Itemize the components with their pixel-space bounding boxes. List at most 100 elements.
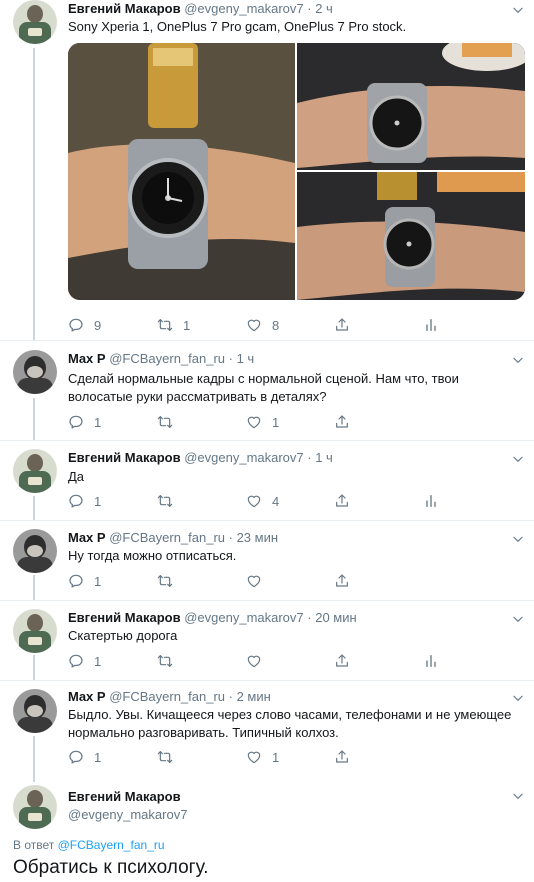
tweet[interactable]: Max P @FCBayern_fan_ru · 1 ч Сделай норм…	[0, 341, 534, 441]
analytics-button[interactable]	[423, 316, 439, 334]
like-count: 8	[272, 317, 280, 333]
avatar[interactable]	[13, 449, 57, 493]
avatar[interactable]	[13, 350, 57, 394]
dot-separator: ·	[225, 351, 237, 366]
avatar[interactable]	[13, 689, 57, 733]
tweet-actions: 1 4	[68, 492, 468, 510]
retweet-button[interactable]: 1	[157, 316, 190, 334]
timestamp[interactable]: 1 ч	[315, 450, 333, 465]
chevron-down-icon[interactable]	[511, 612, 525, 626]
author-handle[interactable]: @FCBayern_fan_ru	[109, 530, 225, 545]
author-handle[interactable]: @evgeny_makarov7	[184, 610, 303, 625]
reply-count: 1	[94, 493, 102, 509]
tweet[interactable]: Евгений Макаров @evgeny_makarov7 · 1 ч Д…	[0, 441, 534, 521]
author-name[interactable]: Max P	[68, 530, 106, 545]
analytics-icon	[423, 493, 439, 509]
retweet-icon	[157, 317, 173, 333]
dot-separator: ·	[225, 530, 237, 545]
author-name[interactable]: Евгений Макаров	[68, 610, 181, 625]
retweet-button[interactable]	[157, 413, 183, 431]
timestamp[interactable]: 1 ч	[237, 351, 255, 366]
share-button[interactable]	[334, 316, 350, 334]
media-grid[interactable]	[68, 43, 525, 300]
reply-icon	[68, 749, 84, 765]
avatar[interactable]	[13, 609, 57, 653]
reply-button[interactable]: 1	[68, 413, 101, 431]
timestamp[interactable]: 2 мин	[237, 689, 271, 704]
photo-oneplus-stock[interactable]	[297, 172, 525, 300]
dot-separator: ·	[303, 1, 316, 16]
share-button[interactable]	[334, 748, 350, 766]
like-button[interactable]	[246, 572, 272, 590]
share-button[interactable]	[334, 413, 350, 431]
like-button[interactable]: 4	[246, 492, 279, 510]
chevron-down-icon[interactable]	[511, 789, 525, 803]
avatar[interactable]	[13, 0, 57, 44]
chevron-down-icon[interactable]	[511, 532, 525, 546]
retweet-icon	[157, 653, 173, 669]
reply-button[interactable]: 9	[68, 316, 101, 334]
dot-separator: ·	[225, 689, 237, 704]
avatar[interactable]	[13, 785, 57, 829]
chevron-down-icon[interactable]	[511, 353, 525, 367]
reply-icon	[68, 573, 84, 589]
like-button[interactable]: 8	[246, 316, 279, 334]
replying-to-link[interactable]: @FCBayern_fan_ru	[58, 838, 165, 852]
author-name[interactable]: Евгений Макаров	[68, 789, 181, 805]
retweet-button[interactable]	[157, 572, 183, 590]
author-handle[interactable]: @evgeny_makarov7	[184, 1, 303, 16]
chevron-down-icon[interactable]	[511, 3, 525, 17]
tweet[interactable]: Max P @FCBayern_fan_ru · 23 мин Ну тогда…	[0, 521, 534, 601]
analytics-button[interactable]	[423, 652, 439, 670]
author-name[interactable]: Max P	[68, 689, 106, 704]
author-handle[interactable]: @evgeny_makarov7	[184, 450, 303, 465]
author-handle[interactable]: @evgeny_makarov7	[68, 807, 187, 823]
reply-button[interactable]: 1	[68, 572, 101, 590]
like-button[interactable]: 1	[246, 413, 279, 431]
retweet-button[interactable]	[157, 652, 183, 670]
author-name[interactable]: Евгений Макаров	[68, 1, 181, 16]
tweet[interactable]: Евгений Макаров @evgeny_makarov7 · 20 ми…	[0, 601, 534, 681]
retweet-button[interactable]	[157, 492, 183, 510]
chevron-down-icon[interactable]	[511, 452, 525, 466]
tweet-text: Скатертью дорога	[68, 628, 178, 643]
reply-button[interactable]: 1	[68, 748, 101, 766]
tweet-actions: 9 1 8	[68, 316, 468, 334]
like-count: 1	[272, 749, 280, 765]
tweet-text: Сделай нормальные кадры с нормальной сце…	[68, 371, 459, 404]
tweet[interactable]: Евгений Макаров @evgeny_makarov7 · 2 ч S…	[0, 0, 534, 340]
reply-icon	[68, 414, 84, 430]
share-button[interactable]	[334, 572, 350, 590]
like-icon	[246, 573, 262, 589]
reply-button[interactable]: 1	[68, 492, 101, 510]
tweet[interactable]: Max P @FCBayern_fan_ru · 2 мин Быдло. Ув…	[0, 681, 534, 781]
like-button[interactable]	[246, 652, 272, 670]
author-handle[interactable]: @FCBayern_fan_ru	[109, 351, 225, 366]
share-icon	[334, 493, 350, 509]
reply-count: 1	[94, 749, 102, 765]
share-button[interactable]	[334, 652, 350, 670]
tweet-header: Евгений Макаров @evgeny_makarov7 · 2 ч	[68, 1, 333, 17]
photo-oneplus-gcam[interactable]	[297, 43, 525, 170]
avatar[interactable]	[13, 529, 57, 573]
author-name[interactable]: Евгений Макаров	[68, 450, 181, 465]
analytics-button[interactable]	[423, 492, 439, 510]
timestamp[interactable]: 2 ч	[315, 1, 333, 16]
tweet-actions: 1	[68, 652, 468, 670]
reply-button[interactable]: 1	[68, 652, 101, 670]
timestamp[interactable]: 20 мин	[315, 610, 356, 625]
timestamp[interactable]: 23 мин	[237, 530, 278, 545]
share-button[interactable]	[334, 492, 350, 510]
author-handle[interactable]: @FCBayern_fan_ru	[109, 689, 225, 704]
like-button[interactable]: 1	[246, 748, 279, 766]
focused-tweet-text: Обратись к психологу.	[13, 857, 209, 878]
retweet-button[interactable]	[157, 748, 183, 766]
retweet-icon	[157, 414, 173, 430]
reply-icon	[68, 653, 84, 669]
tweet-actions: 1 1	[68, 413, 468, 431]
tweet-text: Ну тогда можно отписаться.	[68, 548, 237, 563]
photo-sony-xperia[interactable]	[68, 43, 295, 300]
author-name[interactable]: Max P	[68, 351, 106, 366]
reply-count: 1	[94, 414, 102, 430]
chevron-down-icon[interactable]	[511, 691, 525, 705]
